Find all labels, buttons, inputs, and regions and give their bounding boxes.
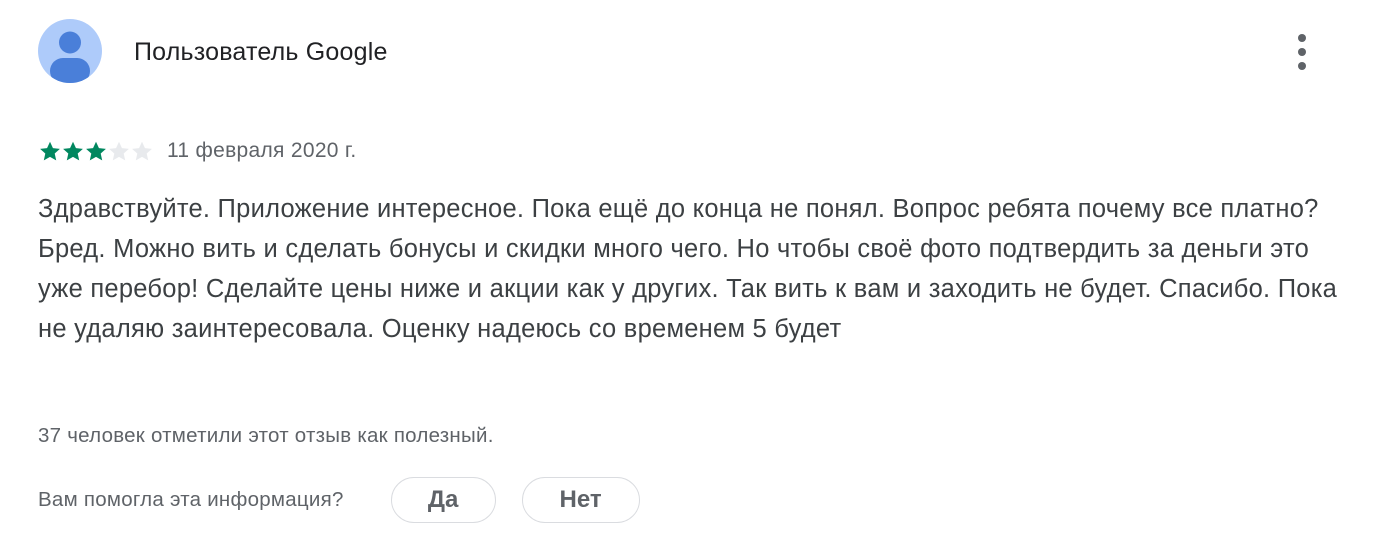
star-empty-icon: [132, 141, 152, 161]
star-rating: [38, 140, 153, 162]
avatar: [38, 19, 102, 83]
review-text: Здравствуйте. Приложение интересное. Пок…: [38, 195, 1338, 343]
more-options-button[interactable]: [1282, 30, 1322, 74]
star-filled-icon: [40, 141, 60, 161]
author-name: Пользователь Google: [134, 38, 388, 66]
review-card: Пользователь Google 11 февраля 2020 г. З…: [0, 0, 1378, 534]
star-filled-icon: [63, 141, 83, 161]
feedback-question: Вам помогла эта информация?: [38, 488, 344, 511]
yes-button[interactable]: Да: [390, 477, 496, 523]
star-empty-icon: [109, 141, 129, 161]
person-avatar-icon: [50, 31, 90, 83]
rating-row: 11 февраля 2020 г.: [38, 138, 356, 164]
star-filled-icon: [86, 141, 106, 161]
review-date: 11 февраля 2020 г.: [167, 139, 357, 162]
feedback-row: Вам помогла эта информация? Да Нет: [38, 476, 640, 524]
helpful-count: 37 человек отметили этот отзыв как полез…: [38, 424, 494, 447]
more-vert-icon: [1298, 34, 1306, 70]
no-button[interactable]: Нет: [521, 477, 640, 523]
